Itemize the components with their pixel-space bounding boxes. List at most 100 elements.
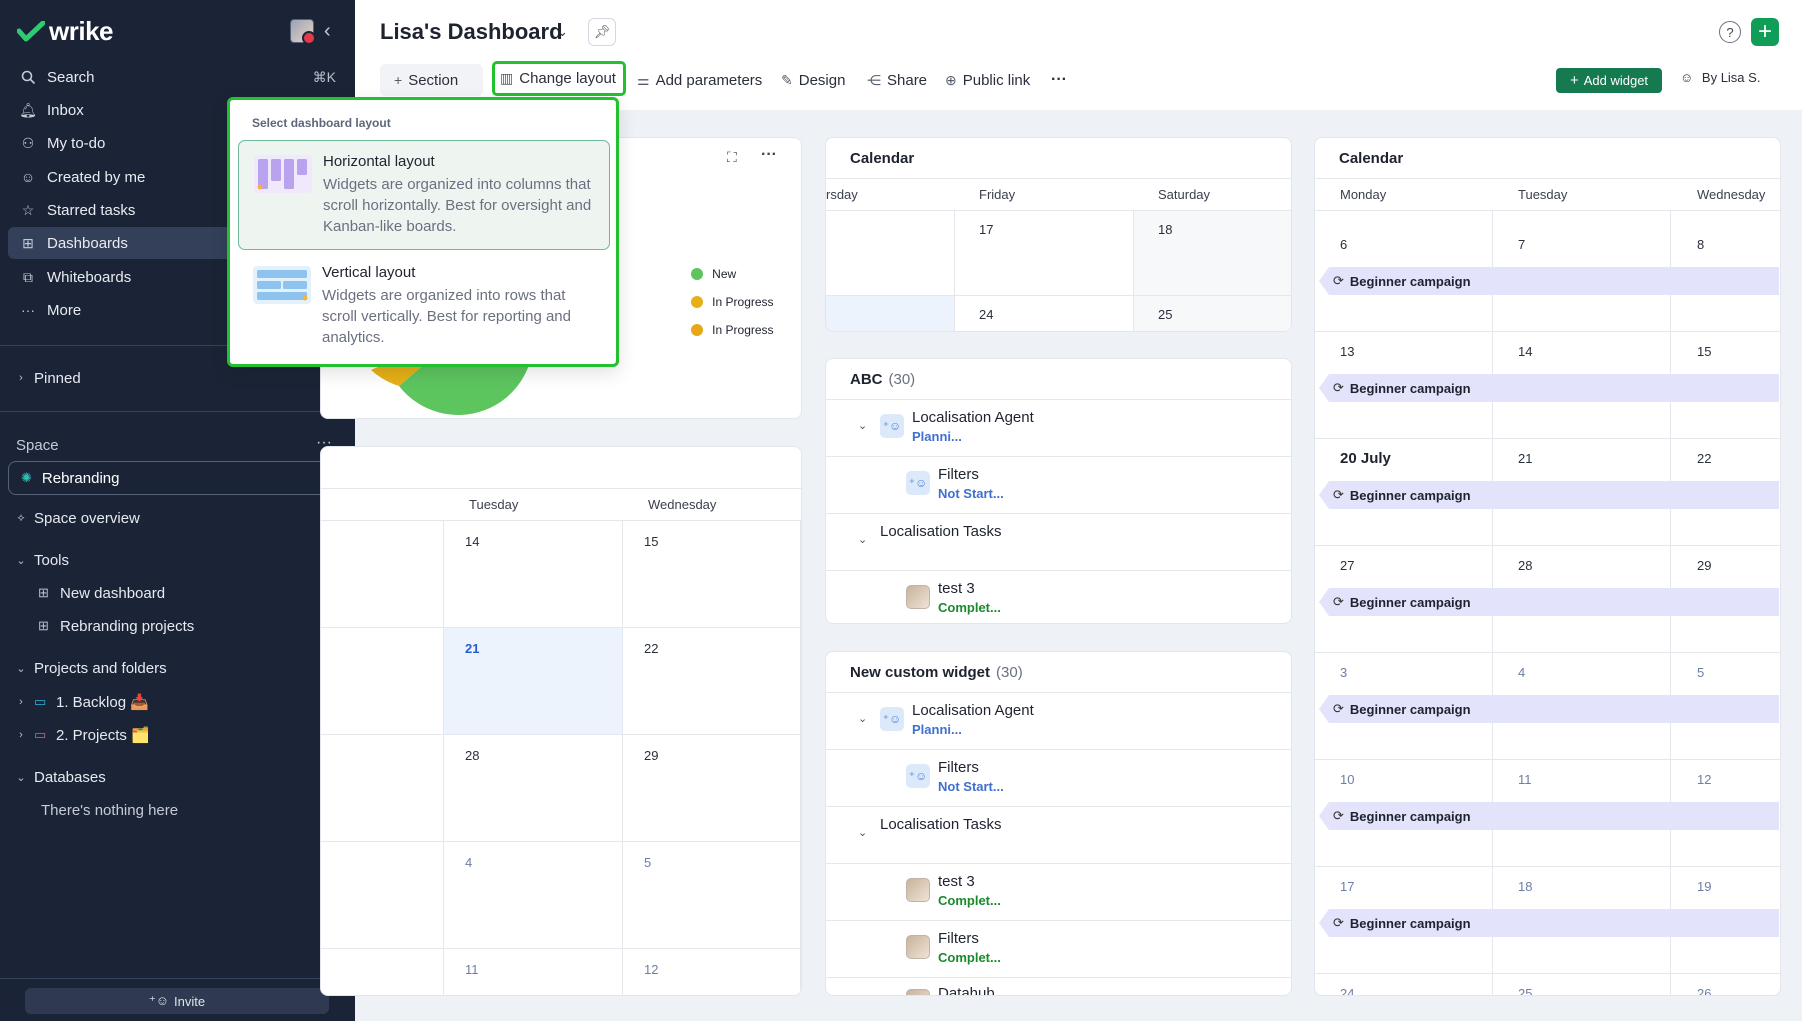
widget-title-text: New custom widget — [850, 664, 991, 681]
chevron-down-icon[interactable]: ⌄ — [858, 712, 867, 725]
sidebar-item-label: Starred tasks — [47, 201, 136, 219]
tool-item-new-dashboard[interactable]: ⊞ New dashboard — [8, 578, 346, 608]
button-label: Section — [408, 71, 459, 89]
chevron-down-icon: ⌄ — [16, 554, 26, 567]
calendar-event[interactable]: ⟳ Beginner campaign — [1319, 588, 1779, 616]
today-cell — [826, 296, 954, 331]
search-icon — [18, 70, 38, 85]
task-icon: ⁺☺ — [906, 471, 930, 495]
list-item[interactable]: ⌄ Localisation Tasks — [826, 806, 1291, 863]
day-header: Tuesday — [1518, 187, 1568, 202]
wrike-logo[interactable]: wrike — [17, 16, 114, 47]
task-status: Planni... — [912, 429, 962, 444]
dashboard-icon: ⊞ — [38, 585, 49, 600]
calendar-event[interactable]: ⟳ Beginner campaign — [1319, 695, 1779, 723]
invite-button[interactable]: ⁺☺ Invite — [25, 988, 329, 1014]
tools-label: Tools — [34, 551, 70, 569]
owner-label: By Lisa S. — [1701, 70, 1761, 85]
help-icon[interactable]: ? — [1719, 21, 1741, 43]
list-item[interactable]: ⁺☺ Filters Not Start... — [826, 456, 1291, 513]
list-item[interactable]: Datahub — [826, 977, 1291, 996]
list-item[interactable]: Filters Complet... — [826, 920, 1291, 977]
legend-label: In Progress — [712, 323, 774, 338]
legend-item: New — [691, 265, 736, 282]
list-item[interactable]: test 3 Complet... — [826, 863, 1291, 920]
chevron-down-icon[interactable]: ⌄ — [557, 24, 568, 40]
databases-section[interactable]: ⌄ Databases + — [8, 762, 346, 792]
task-name: Filters — [938, 466, 979, 483]
add-section-button[interactable]: + Section — [380, 64, 483, 96]
change-layout-button[interactable]: ▥ Change layout — [492, 61, 626, 96]
widget-title: Calendar — [850, 150, 915, 167]
pinned-section[interactable]: › Pinned — [8, 363, 346, 393]
collapse-sidebar-icon[interactable]: ‹ — [324, 20, 331, 43]
pinned-label: Pinned — [34, 369, 81, 387]
task-name: Filters — [938, 759, 979, 776]
pin-icon[interactable]: 📌︎ — [588, 18, 616, 46]
list-item[interactable]: ⌄ ⁺☺ Localisation Agent Planni... — [826, 692, 1291, 749]
calendar-widget-middle: Calendar rsday Friday Saturday 17 18 24 … — [825, 137, 1292, 332]
campaign-icon: ⟳ — [1333, 487, 1344, 502]
list-item[interactable]: ⌄ Localisation Tasks — [826, 513, 1291, 570]
day-number: 13 — [1340, 344, 1355, 359]
list-item[interactable]: ⁺☺ Filters Not Start... — [826, 749, 1291, 806]
share-button[interactable]: ⋲ Share — [867, 64, 927, 96]
sidebar-divider — [0, 978, 355, 979]
public-link-button[interactable]: ⊕ Public link — [945, 64, 1030, 96]
design-button[interactable]: ✎ Design — [781, 64, 845, 96]
day-number: 28 — [465, 748, 480, 763]
user-check-icon: ⚇ — [21, 134, 35, 151]
more-options-icon[interactable]: ··· — [1051, 64, 1067, 96]
calendar-event[interactable]: ⟳ Beginner campaign — [1319, 909, 1779, 937]
sidebar-item-label: Whiteboards — [47, 268, 132, 286]
list-item[interactable]: test 3 Complet... — [826, 570, 1291, 623]
list-item[interactable]: ⌄ ⁺☺ Localisation Agent Planni... — [826, 399, 1291, 456]
project-item-projects[interactable]: › ▭ 2. Projects 🗂️ — [8, 720, 346, 750]
tools-section[interactable]: ⌄ Tools + — [8, 545, 346, 575]
add-parameters-button[interactable]: ⚌ Add parameters — [637, 64, 762, 96]
projects-section[interactable]: ⌄ Projects and folders + — [8, 653, 346, 683]
calendar-widget-left: Tuesday Wednesday 14 15 21 22 28 29 4 5 … — [320, 446, 802, 996]
calendar-widget-right: Calendar Monday Tuesday Wednesday 6 7 8 … — [1314, 137, 1781, 996]
day-number: 26 — [1697, 986, 1712, 996]
search-nav-item[interactable]: Search ⌘K — [8, 61, 346, 93]
calendar-event[interactable]: ⟳ Beginner campaign — [1319, 802, 1779, 830]
project-item-label: 2. Projects 🗂️ — [56, 727, 150, 744]
tool-item-label: New dashboard — [60, 584, 166, 602]
layout-option-title: Horizontal layout — [323, 153, 435, 170]
space-overview-item[interactable]: ⟡ Space overview ⚙ — [8, 503, 346, 533]
whiteboard-icon: ⧉ — [23, 268, 33, 285]
horizontal-layout-icon — [254, 155, 312, 193]
tool-item-label: Rebranding projects — [60, 617, 195, 635]
calendar-event[interactable]: ⟳ Beginner campaign — [1319, 374, 1779, 402]
user-avatar[interactable] — [290, 19, 316, 45]
campaign-icon: ⟳ — [1333, 380, 1344, 395]
custom-list-widget: New custom widget (30) ⌄ ⁺☺ Localisation … — [825, 651, 1292, 996]
legend-label: New — [712, 267, 737, 282]
calendar-event[interactable]: ⟳ Beginner campaign — [1319, 481, 1779, 509]
day-number: 7 — [1518, 237, 1526, 252]
calendar-event[interactable]: ⟳ Beginner campaign — [1319, 267, 1779, 295]
layout-option-horizontal[interactable]: Horizontal layout Widgets are organized … — [238, 140, 610, 250]
add-new-icon[interactable]: + — [1751, 18, 1779, 46]
add-widget-button[interactable]: + Add widget — [1556, 68, 1662, 93]
space-select[interactable]: ✺ Rebranding ⌄ — [8, 461, 345, 495]
chevron-down-icon[interactable]: ⌄ — [858, 533, 867, 546]
project-item-backlog[interactable]: › ▭ 1. Backlog 📥 — [8, 687, 346, 717]
owner-filter[interactable]: ☺ By Lisa S. — [1680, 70, 1760, 85]
task-name: Datahub — [938, 985, 995, 996]
chevron-down-icon[interactable]: ⌄ — [858, 826, 867, 839]
page-title[interactable]: Lisa's Dashboard — [380, 19, 563, 45]
user-icon: ☺ — [1680, 70, 1694, 85]
assignee-avatar — [906, 878, 930, 902]
task-name: test 3 — [938, 580, 975, 597]
chevron-down-icon[interactable]: ⌄ — [858, 419, 867, 432]
layout-option-vertical[interactable]: Vertical layout Widgets are organized in… — [238, 252, 610, 350]
assignee-avatar — [906, 585, 930, 609]
pencil-icon: ✎ — [781, 71, 793, 88]
day-number: 29 — [644, 748, 659, 763]
tool-item-rebranding-projects[interactable]: ⊞ Rebranding projects — [8, 611, 346, 641]
layout-option-title: Vertical layout — [322, 264, 416, 281]
globe-icon: ⊕ — [945, 71, 957, 88]
day-header: Friday — [979, 187, 1016, 202]
